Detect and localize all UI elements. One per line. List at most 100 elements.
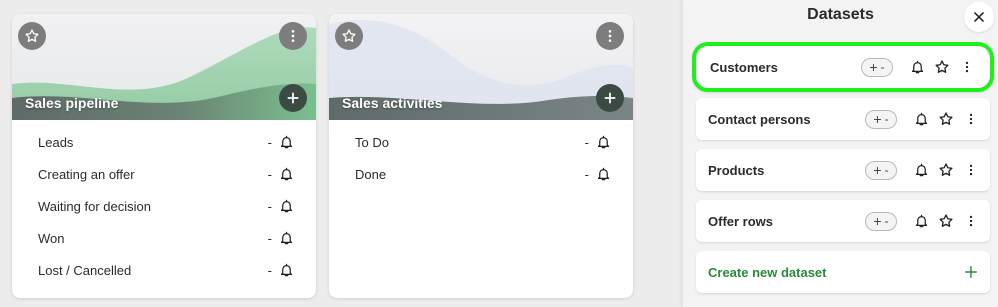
stage-label: Won xyxy=(38,230,65,246)
card-sales-activities: Sales activities To Do - Done - xyxy=(329,14,633,298)
dataset-name: Customers xyxy=(710,59,778,75)
plus-minus-toggle[interactable]: + - xyxy=(865,211,897,231)
add-button[interactable] xyxy=(596,84,624,112)
activity-value: - xyxy=(584,166,589,182)
panel-title: Datasets xyxy=(807,6,874,23)
dataset-item-customers[interactable]: Customers + - xyxy=(692,42,994,92)
star-icon xyxy=(935,60,949,73)
star-icon xyxy=(939,112,953,125)
card-sales-pipeline: Sales pipeline Leads - Creating an offer… xyxy=(12,14,316,298)
minus-sign: - xyxy=(880,60,885,74)
activity-label: Done xyxy=(355,166,387,182)
list-item[interactable]: Won - xyxy=(12,222,316,254)
create-dataset-label: Create new dataset xyxy=(708,264,827,280)
list-item[interactable]: Creating an offer - xyxy=(12,158,316,190)
more-vertical-icon xyxy=(965,61,969,73)
list-item[interactable]: Done - xyxy=(329,158,633,190)
more-options-button[interactable] xyxy=(958,58,976,76)
plus-icon-wrap xyxy=(962,263,980,281)
dataset-item-offer-rows[interactable]: Offer rows + - xyxy=(696,200,990,242)
stage-value: - xyxy=(267,166,272,182)
more-options-button[interactable] xyxy=(596,22,624,50)
star-icon xyxy=(939,214,953,227)
card-header: Sales pipeline xyxy=(12,14,316,120)
stage-list: Leads - Creating an offer - Waiting for … xyxy=(12,120,316,286)
notification-button[interactable] xyxy=(912,110,930,128)
dataset-item-products[interactable]: Products + - xyxy=(696,149,990,191)
bell-icon xyxy=(915,112,927,126)
star-icon xyxy=(939,163,953,176)
favorite-button[interactable] xyxy=(937,212,955,230)
stage-label: Lost / Cancelled xyxy=(38,262,132,278)
bell-icon[interactable] xyxy=(279,166,294,182)
stage-value: - xyxy=(267,262,272,278)
list-item[interactable]: To Do - xyxy=(329,126,633,158)
bell-icon[interactable] xyxy=(596,166,611,182)
stage-value: - xyxy=(267,230,272,246)
more-options-button[interactable] xyxy=(279,22,307,50)
create-dataset-button[interactable]: Create new dataset xyxy=(696,251,990,293)
list-item[interactable]: Waiting for decision - xyxy=(12,190,316,222)
list-item[interactable]: Lost / Cancelled - xyxy=(12,254,316,286)
card-title: Sales pipeline xyxy=(25,95,119,111)
more-options-button[interactable] xyxy=(962,212,980,230)
plus-sign: + xyxy=(873,162,882,178)
plus-icon xyxy=(604,92,616,104)
more-options-button[interactable] xyxy=(962,161,980,179)
plus-icon xyxy=(965,266,977,278)
close-icon xyxy=(974,12,984,22)
bell-icon xyxy=(915,214,927,228)
plus-sign: + xyxy=(873,111,882,127)
more-vertical-icon xyxy=(969,215,973,227)
activity-list: To Do - Done - xyxy=(329,120,633,190)
star-icon xyxy=(25,29,39,42)
minus-sign: - xyxy=(884,112,889,126)
notification-button[interactable] xyxy=(908,58,926,76)
stage-label: Creating an offer xyxy=(38,166,135,182)
add-button[interactable] xyxy=(279,84,307,112)
favorite-button[interactable] xyxy=(335,22,363,50)
favorite-button[interactable] xyxy=(937,110,955,128)
stage-label: Waiting for decision xyxy=(38,198,151,214)
bell-icon[interactable] xyxy=(279,198,294,214)
favorite-button[interactable] xyxy=(937,161,955,179)
dataset-item-contact-persons[interactable]: Contact persons + - xyxy=(696,98,990,140)
minus-sign: - xyxy=(884,163,889,177)
plus-minus-toggle[interactable]: + - xyxy=(861,57,893,77)
bell-icon[interactable] xyxy=(279,262,294,278)
card-title: Sales activities xyxy=(342,95,443,111)
plus-minus-toggle[interactable]: + - xyxy=(865,109,897,129)
favorite-button[interactable] xyxy=(933,58,951,76)
more-vertical-icon xyxy=(969,164,973,176)
more-options-button[interactable] xyxy=(962,110,980,128)
more-vertical-icon xyxy=(291,30,295,42)
more-vertical-icon xyxy=(969,113,973,125)
bell-icon xyxy=(911,60,923,74)
activity-value: - xyxy=(584,134,589,150)
star-icon xyxy=(342,29,356,42)
activity-label: To Do xyxy=(355,134,389,150)
dataset-name: Contact persons xyxy=(708,111,811,127)
plus-minus-toggle[interactable]: + - xyxy=(865,160,897,180)
close-button[interactable] xyxy=(964,2,994,32)
list-item[interactable]: Leads - xyxy=(12,126,316,158)
plus-sign: + xyxy=(869,59,878,75)
favorite-button[interactable] xyxy=(18,22,46,50)
notification-button[interactable] xyxy=(912,161,930,179)
stage-value: - xyxy=(267,134,272,150)
notification-button[interactable] xyxy=(912,212,930,230)
bell-icon[interactable] xyxy=(279,230,294,246)
more-vertical-icon xyxy=(608,30,612,42)
datasets-panel: Datasets Customers + - Contact persons + - xyxy=(683,0,998,307)
minus-sign: - xyxy=(884,214,889,228)
plus-icon xyxy=(287,92,299,104)
bell-icon[interactable] xyxy=(596,134,611,150)
dataset-name: Products xyxy=(708,162,765,178)
stage-label: Leads xyxy=(38,134,74,150)
stage-value: - xyxy=(267,198,272,214)
bell-icon[interactable] xyxy=(279,134,294,150)
plus-sign: + xyxy=(873,213,882,229)
dataset-name: Offer rows xyxy=(708,213,774,229)
card-header: Sales activities xyxy=(329,14,633,120)
bell-icon xyxy=(915,163,927,177)
